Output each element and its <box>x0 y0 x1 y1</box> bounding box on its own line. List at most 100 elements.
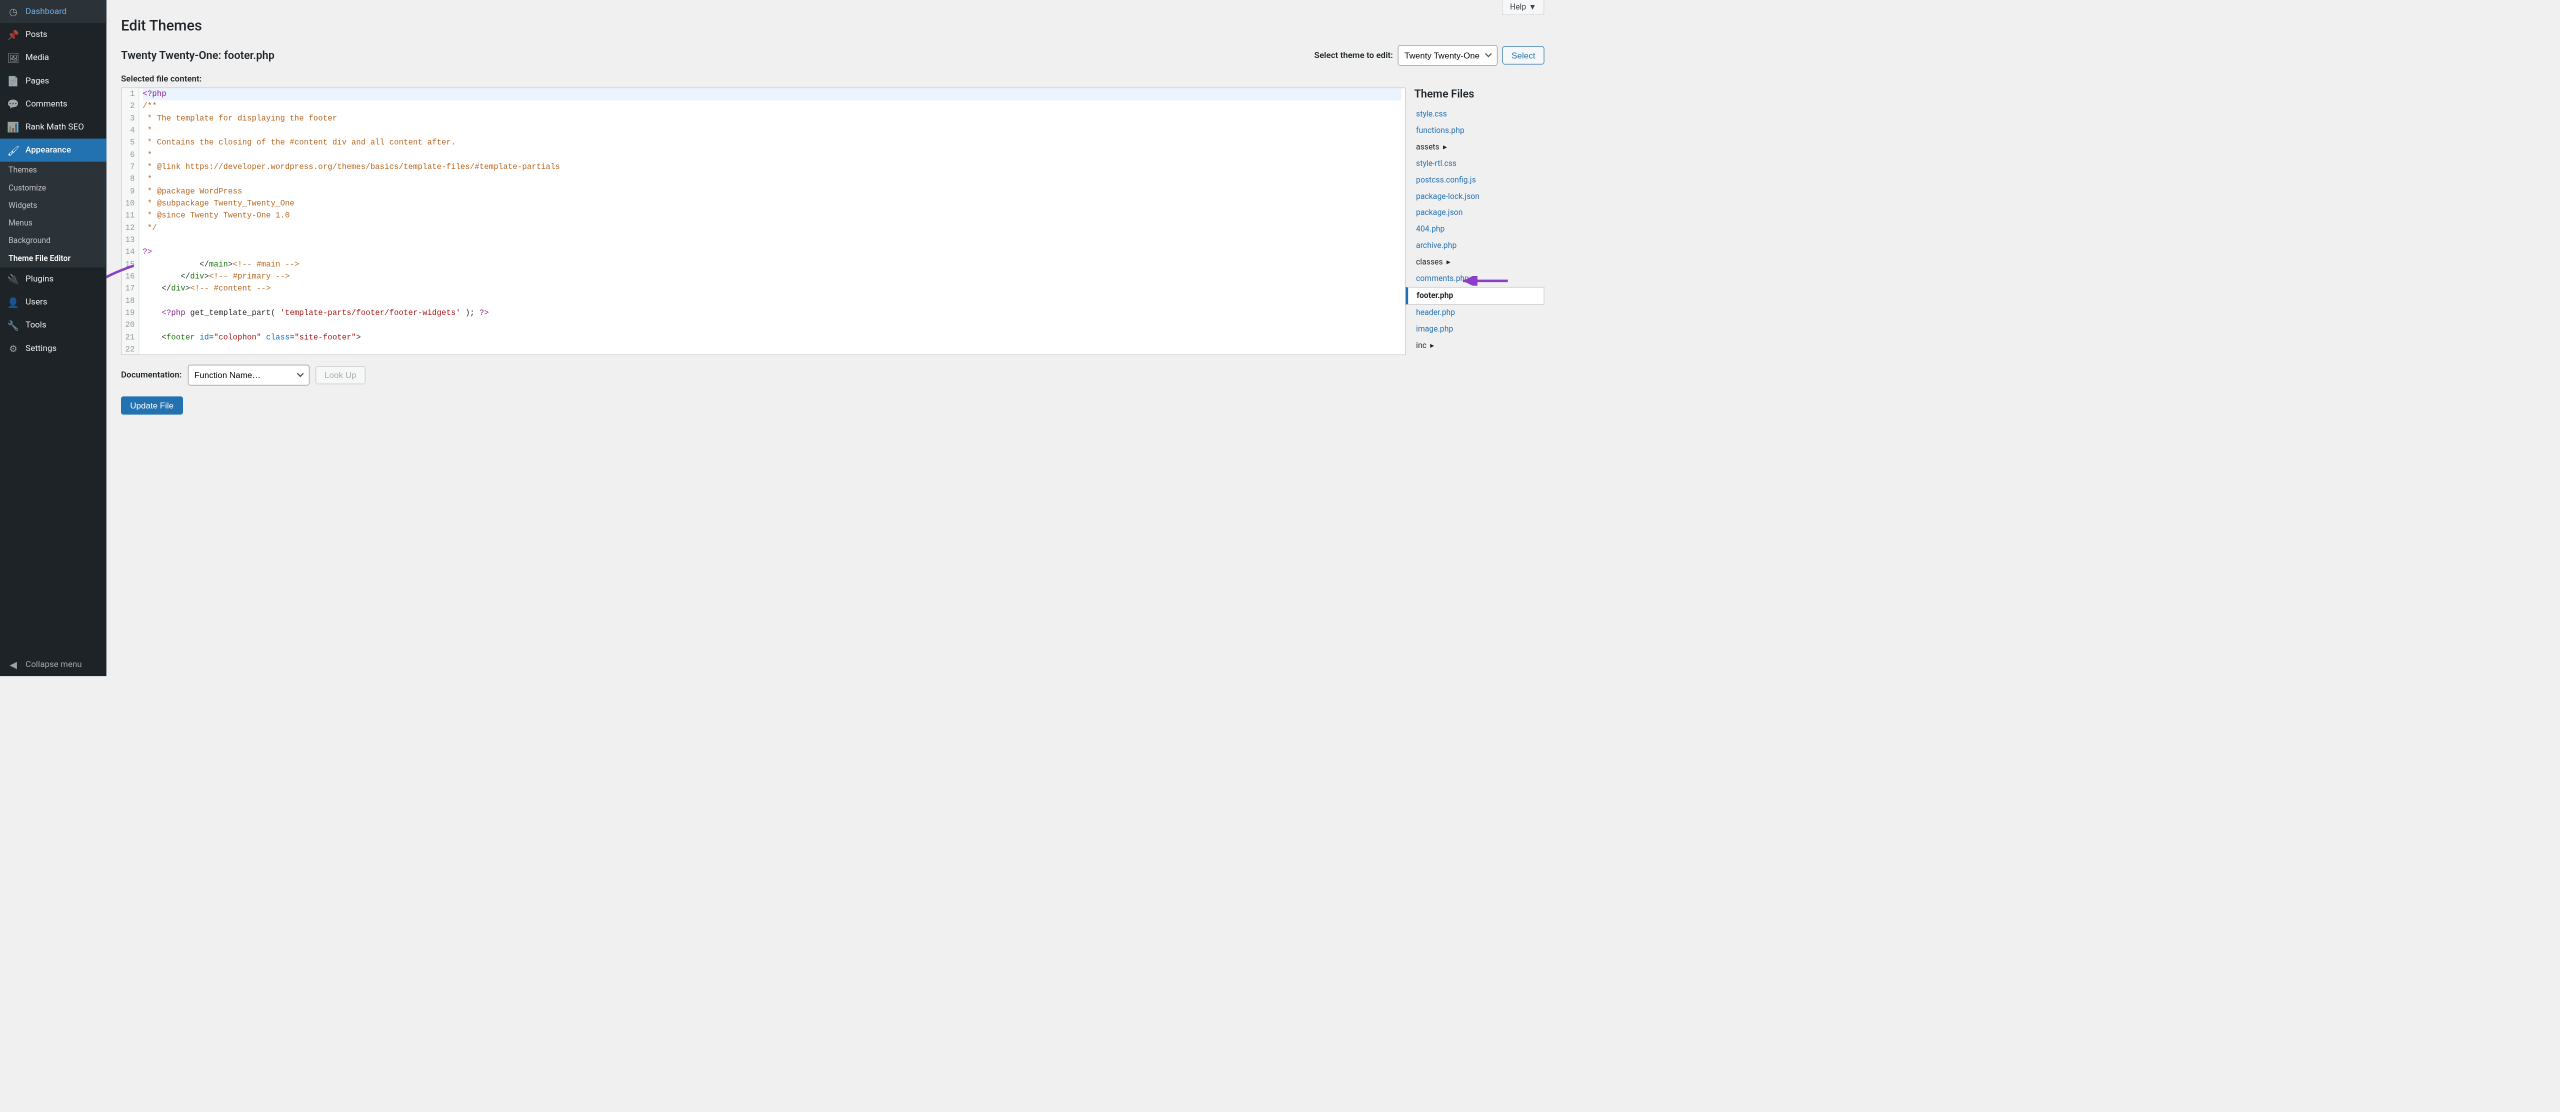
code-line: * <box>143 173 1402 185</box>
code-line: <?php get_template_part( 'template-parts… <box>143 307 1402 319</box>
code-line: * @subpackage Twenty_Twenty_One <box>143 198 1402 210</box>
code-line: * @link https://developer.wordpress.org/… <box>143 161 1402 173</box>
sidebar-item-label: Pages <box>26 76 50 86</box>
appearance-submenu: ThemesCustomizeWidgetsMenusBackgroundThe… <box>0 162 106 268</box>
code-line: * Contains the closing of the #content d… <box>143 137 1402 149</box>
theme-file-footer-php[interactable]: footer.php <box>1406 287 1545 305</box>
code-line: * <box>143 149 1402 161</box>
theme-select[interactable]: Twenty Twenty-One <box>1398 45 1498 66</box>
file-label: classes <box>1416 258 1443 267</box>
code-line: * The template for displaying the footer <box>143 112 1402 124</box>
sidebar-item-dashboard[interactable]: ◷ Dashboard <box>0 0 106 23</box>
code-line <box>143 295 1402 307</box>
code-editor[interactable]: 12345678910111213141516171819202122 <?ph… <box>121 88 1406 356</box>
dashboard-icon: ◷ <box>7 5 19 17</box>
rank-math-icon: 📊 <box>7 121 19 133</box>
code-line: * <box>143 125 1402 137</box>
sidebar-item-posts[interactable]: 📌 Posts <box>0 23 106 46</box>
documentation-select[interactable]: Function Name… <box>188 365 310 386</box>
chevron-right-icon: ▸ <box>1443 143 1447 152</box>
sidebar-item-settings[interactable]: ⚙Settings <box>0 337 106 360</box>
code-line <box>143 234 1402 246</box>
code-content[interactable]: <?php/** * The template for displaying t… <box>139 88 1405 354</box>
submenu-item-widgets[interactable]: Widgets <box>0 197 106 215</box>
theme-file-classes[interactable]: classes ▸ <box>1406 254 1545 270</box>
sidebar-item-appearance[interactable]: 🖌 Appearance <box>0 139 106 162</box>
theme-file-style-rtl-css[interactable]: style-rtl.css <box>1406 156 1545 172</box>
theme-file-inc[interactable]: inc ▸ <box>1406 337 1545 353</box>
theme-file-package-lock-json[interactable]: package-lock.json <box>1406 188 1545 204</box>
sidebar-item-media[interactable]: 🖼 Media <box>0 46 106 69</box>
submenu-item-background[interactable]: Background <box>0 232 106 250</box>
code-line: <?php <box>143 88 1402 100</box>
theme-file-404-php[interactable]: 404.php <box>1406 221 1545 237</box>
code-line: </main><!-- #main --> <box>143 258 1402 270</box>
line-gutter: 12345678910111213141516171819202122 <box>122 88 139 354</box>
chevron-down-icon: ▼ <box>1529 2 1537 12</box>
theme-file-functions-php[interactable]: functions.php <box>1406 123 1545 139</box>
code-line: </div><!-- #content --> <box>143 283 1402 295</box>
code-line <box>143 319 1402 331</box>
help-label: Help <box>1510 3 1526 12</box>
collapse-icon: ◀ <box>7 658 19 670</box>
theme-file-image-php[interactable]: image.php <box>1406 321 1545 337</box>
file-heading: Twenty Twenty-One: footer.php <box>121 49 275 62</box>
sidebar-item-label: Users <box>26 297 48 307</box>
users-icon: 👤 <box>7 296 19 308</box>
posts-icon: 📌 <box>7 29 19 41</box>
admin-sidebar: ◷ Dashboard 📌 Posts 🖼 Media 📄 Pages 💬Comments 📊 Ra… <box>0 0 106 676</box>
chevron-right-icon: ▸ <box>1430 341 1434 350</box>
sidebar-item-label: Settings <box>26 344 57 354</box>
appearance-icon: 🖌 <box>7 144 19 156</box>
file-label: assets <box>1416 143 1439 152</box>
code-line: */ <box>143 222 1402 234</box>
code-line: * @since Twenty Twenty-One 1.0 <box>143 210 1402 222</box>
sidebar-item-plugins[interactable]: 🔌 Plugins <box>0 268 106 291</box>
submenu-item-themes[interactable]: Themes <box>0 162 106 180</box>
code-line: * @package WordPress <box>143 185 1402 197</box>
sidebar-item-tools[interactable]: 🔧 Tools <box>0 314 106 337</box>
sidebar-item-label: Dashboard <box>26 7 67 17</box>
theme-file-header-php[interactable]: header.php <box>1406 305 1545 321</box>
documentation-label: Documentation: <box>121 370 182 380</box>
sidebar-item-users[interactable]: 👤 Users <box>0 291 106 314</box>
sidebar-item-rank-math[interactable]: 📊 Rank Math SEO <box>0 116 106 139</box>
submenu-item-theme-file-editor[interactable]: Theme File Editor <box>0 250 106 268</box>
main-content: Help ▼ Edit Themes Twenty Twenty-One: fo… <box>106 0 1556 676</box>
sidebar-item-label: Posts <box>26 30 48 40</box>
sidebar-item-label: Comments <box>26 99 68 109</box>
theme-file-comments-php[interactable]: comments.php <box>1406 271 1545 287</box>
theme-file-assets[interactable]: assets ▸ <box>1406 139 1545 155</box>
theme-file-archive-php[interactable]: archive.php <box>1406 238 1545 254</box>
pages-icon: 📄 <box>7 75 19 87</box>
collapse-label: Collapse menu <box>26 660 82 670</box>
sidebar-item-label: Tools <box>26 320 47 330</box>
theme-file-postcss-config-js[interactable]: postcss.config.js <box>1406 172 1545 188</box>
sidebar-item-pages[interactable]: 📄 Pages <box>0 69 106 92</box>
select-theme-label: Select theme to edit: <box>1314 50 1393 60</box>
selected-content-label: Selected file content: <box>121 74 1544 84</box>
chevron-right-icon: ▸ <box>1446 258 1450 267</box>
plugins-icon: 🔌 <box>7 273 19 285</box>
lookup-button[interactable]: Look Up <box>315 366 365 384</box>
sidebar-item-comments[interactable]: 💬Comments <box>0 92 106 115</box>
select-button[interactable]: Select <box>1502 46 1544 64</box>
tools-icon: 🔧 <box>7 319 19 331</box>
submenu-item-customize[interactable]: Customize <box>0 179 106 197</box>
code-line: ?> <box>143 246 1402 258</box>
sidebar-item-label: Rank Math SEO <box>26 122 84 132</box>
help-tab[interactable]: Help ▼ <box>1502 0 1544 15</box>
collapse-menu[interactable]: ◀ Collapse menu <box>0 653 106 676</box>
code-line <box>143 344 1402 355</box>
update-file-button[interactable]: Update File <box>121 396 183 414</box>
code-line: /** <box>143 100 1402 112</box>
media-icon: 🖼 <box>7 52 19 64</box>
sidebar-item-label: Media <box>26 53 49 63</box>
sidebar-item-label: Appearance <box>26 145 71 155</box>
theme-file-package-json[interactable]: package.json <box>1406 205 1545 221</box>
code-line: <footer id="colophon" class="site-footer… <box>143 331 1402 343</box>
submenu-item-menus[interactable]: Menus <box>0 215 106 233</box>
sidebar-item-label: Plugins <box>26 274 54 284</box>
file-label: inc <box>1416 341 1426 350</box>
theme-file-style-css[interactable]: style.css <box>1406 106 1545 122</box>
